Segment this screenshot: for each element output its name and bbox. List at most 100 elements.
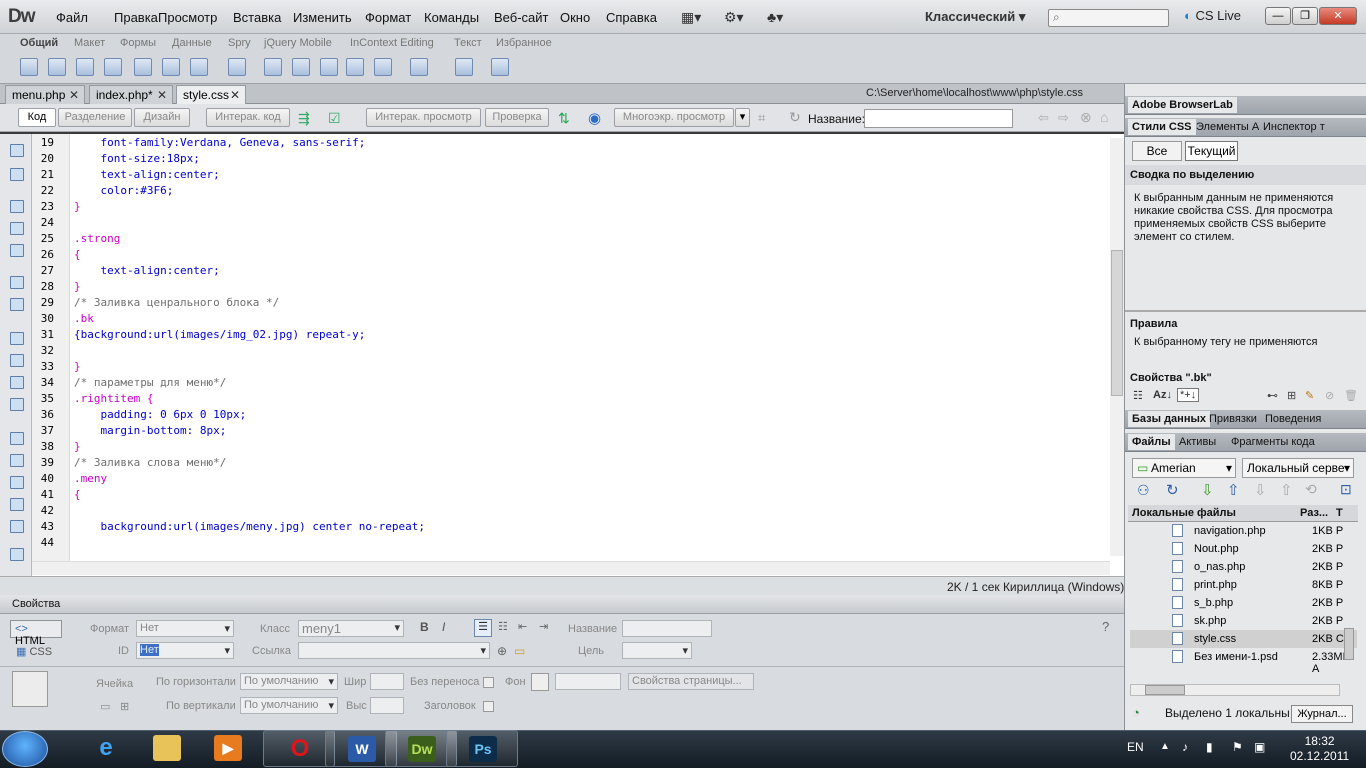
category-view-icon[interactable]: ☷ — [1133, 389, 1143, 402]
close-button[interactable]: ✕ — [1319, 7, 1357, 25]
menu-item[interactable]: Правка — [114, 10, 158, 25]
site-icon[interactable]: ♣▾ — [767, 9, 783, 26]
file-management-icon[interactable]: ⇶ — [298, 110, 310, 127]
code-tool-icon[interactable] — [10, 244, 24, 257]
live-view-button[interactable]: Интерак. просмотр — [366, 108, 481, 127]
all-button[interactable]: Все — [1132, 141, 1182, 161]
menu-item[interactable]: Команды — [424, 10, 479, 25]
layout-icon[interactable]: ▦▾ — [681, 9, 701, 26]
nowrap-checkbox[interactable] — [483, 677, 494, 688]
attach-icon[interactable]: ⊷ — [1267, 389, 1278, 402]
insert-object-icon[interactable] — [374, 58, 392, 76]
delete-icon[interactable]: 🗑 — [1344, 389, 1358, 402]
code-tool-icon[interactable] — [10, 498, 24, 511]
class-select[interactable]: meny1 ▾ — [298, 620, 404, 637]
page-properties-button[interactable]: Свойства страницы... — [628, 673, 754, 690]
bg-color-input[interactable] — [555, 673, 621, 690]
insert-tab[interactable]: Макет — [74, 37, 105, 49]
close-tab-icon[interactable]: ✕ — [69, 88, 79, 102]
network-icon[interactable]: ▮ — [1206, 740, 1213, 754]
code-tool-icon[interactable] — [10, 454, 24, 467]
menu-item[interactable]: Окно — [560, 10, 590, 25]
target-select[interactable]: ▾ — [622, 642, 692, 659]
insert-object-icon[interactable] — [20, 58, 38, 76]
file-row[interactable]: s_b.php 2KB P — [1130, 594, 1357, 612]
indent-icon[interactable]: ⇥ — [539, 620, 548, 633]
flag-icon[interactable]: ⚑ — [1232, 740, 1243, 754]
name-input[interactable] — [622, 620, 712, 637]
view-select[interactable]: Локальный серве ▾ — [1242, 458, 1354, 478]
refresh-files-icon[interactable]: ↻ — [1166, 481, 1179, 499]
set-properties-icon[interactable]: *+↓ — [1177, 388, 1200, 402]
css-mode-button[interactable]: ▦ CSS — [16, 645, 52, 658]
id-select[interactable]: Нет ▾ — [136, 642, 234, 659]
panel-tab[interactable]: Стили CSS — [1128, 119, 1196, 135]
link-input[interactable]: ▾ — [298, 642, 490, 659]
insert-object-icon[interactable] — [491, 58, 509, 76]
col-local-files[interactable]: Локальные файлы — [1132, 507, 1236, 519]
insert-object-icon[interactable] — [134, 58, 152, 76]
code-tool-icon[interactable] — [10, 548, 24, 561]
unordered-list-icon[interactable]: ☰ — [474, 619, 492, 637]
minimize-button[interactable]: — — [1265, 7, 1291, 25]
current-button[interactable]: Текущий — [1185, 141, 1238, 161]
site-select[interactable]: ▭ Amerian ▾ — [1132, 458, 1236, 478]
point-to-file-icon[interactable]: ⊕ — [497, 644, 507, 658]
files-hscroll-thumb[interactable] — [1145, 685, 1185, 695]
col-size[interactable]: Раз... — [1300, 507, 1328, 519]
insert-object-icon[interactable] — [264, 58, 282, 76]
volume-icon[interactable]: ♪ — [1182, 740, 1188, 754]
design-view-button[interactable]: Дизайн — [134, 108, 190, 127]
start-button[interactable] — [2, 731, 48, 767]
insert-object-icon[interactable] — [410, 58, 428, 76]
disable-icon[interactable]: ⊘ — [1325, 389, 1334, 402]
outdent-icon[interactable]: ⇤ — [518, 620, 527, 633]
split-cell-icon[interactable]: ⊞ — [120, 700, 129, 713]
italic-icon[interactable]: I — [442, 620, 445, 634]
file-row[interactable]: print.php 8KB P — [1130, 576, 1357, 594]
insert-object-icon[interactable] — [162, 58, 180, 76]
close-tab-icon[interactable]: ✕ — [230, 88, 240, 102]
forward-icon[interactable]: ⇨ — [1058, 110, 1069, 126]
code-tool-icon[interactable] — [10, 276, 24, 289]
splitter[interactable] — [1125, 310, 1366, 312]
col-type[interactable]: Т — [1336, 507, 1343, 519]
title-input[interactable] — [864, 109, 1013, 128]
insert-tab[interactable]: InContext Editing — [350, 37, 434, 49]
code-tool-icon[interactable] — [10, 332, 24, 345]
put-files-icon[interactable]: ⇧ — [1227, 481, 1240, 499]
code-tool-icon[interactable] — [10, 298, 24, 311]
search-input[interactable]: ⌕ — [1048, 9, 1169, 27]
file-row[interactable]: navigation.php 1KB P — [1130, 522, 1357, 540]
folder-icon[interactable]: ▭ — [514, 644, 525, 658]
menu-item[interactable]: Справка — [606, 10, 657, 25]
menu-item[interactable]: Формат — [365, 10, 411, 25]
checkin-icon[interactable]: ⇧ — [1280, 481, 1293, 499]
globe-icon[interactable]: ◉ — [588, 109, 601, 127]
merge-cells-icon[interactable]: ▭ — [100, 700, 110, 713]
insert-tab[interactable]: Данные — [172, 37, 212, 49]
horizontal-select[interactable]: По умолчанию ▾ — [240, 673, 338, 690]
insert-object-icon[interactable] — [228, 58, 246, 76]
panel-tab[interactable]: Базы данных — [1128, 411, 1210, 427]
menu-item[interactable]: Вставка — [233, 10, 281, 25]
panel-tab[interactable]: Файлы — [1128, 434, 1175, 450]
alpha-view-icon[interactable]: Az↓ — [1153, 389, 1172, 401]
ordered-list-icon[interactable]: ☷ — [498, 620, 508, 633]
multiscreen-dropdown[interactable]: ▾ — [735, 108, 750, 127]
menu-item[interactable]: Файл — [56, 10, 88, 25]
log-button[interactable]: Журнал... — [1291, 705, 1353, 723]
power-icon[interactable]: ▣ — [1254, 740, 1265, 754]
width-input[interactable] — [370, 673, 404, 690]
code-tool-icon[interactable] — [10, 168, 24, 181]
insert-object-icon[interactable] — [48, 58, 66, 76]
files-scroll-thumb[interactable] — [1344, 628, 1354, 660]
code-editor[interactable] — [0, 134, 1124, 576]
edit-icon[interactable]: ✎ — [1305, 389, 1314, 402]
file-row[interactable]: o_nas.php 2KB P — [1130, 558, 1357, 576]
code-tool-icon[interactable] — [10, 432, 24, 445]
insert-object-icon[interactable] — [292, 58, 310, 76]
cs-live-button[interactable]: ◐ CS Live — [1184, 8, 1241, 23]
insert-object-icon[interactable] — [76, 58, 94, 76]
file-row[interactable]: Nout.php 2KB P — [1130, 540, 1357, 558]
